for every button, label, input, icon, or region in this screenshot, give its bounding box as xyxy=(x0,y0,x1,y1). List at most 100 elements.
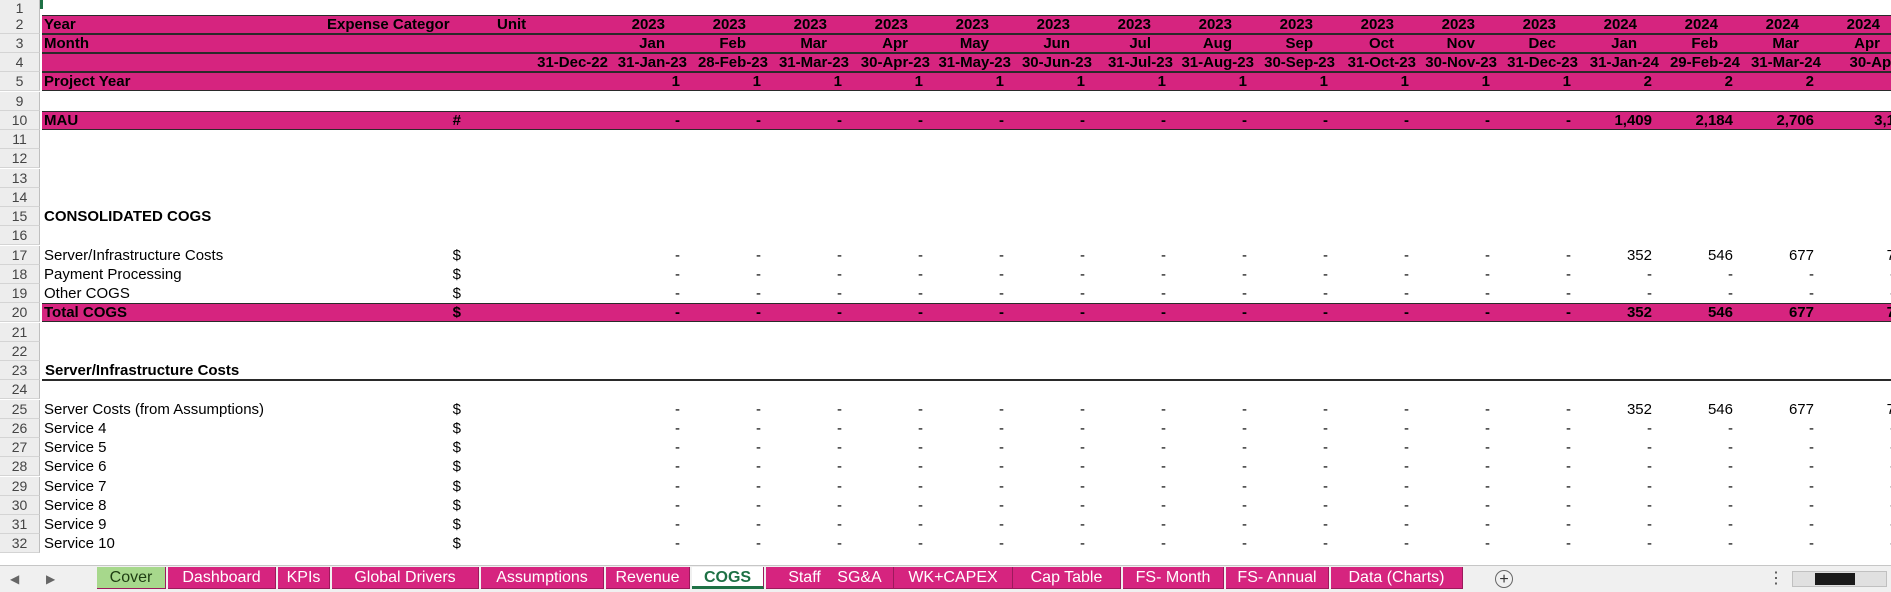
row-header[interactable]: 10 xyxy=(0,110,40,130)
scroll-tabs-left-icon[interactable]: ◀ xyxy=(10,566,19,592)
unit-cell[interactable]: $ xyxy=(341,496,461,515)
month-label[interactable]: Month xyxy=(44,34,89,53)
section-title[interactable]: Server/Infrastructure Costs xyxy=(45,361,239,380)
unit-cell[interactable]: $ xyxy=(341,303,461,322)
row-header[interactable]: 15 xyxy=(0,207,40,227)
project-year-label[interactable]: Project Year xyxy=(44,72,130,91)
sheet-tab-sg-a[interactable]: SG&A xyxy=(826,567,894,589)
row-header[interactable]: 26 xyxy=(0,418,40,438)
value-cell[interactable]: - xyxy=(1775,265,1891,284)
value-cell[interactable]: - xyxy=(1775,515,1891,534)
line-item-label[interactable]: Payment Processing xyxy=(44,265,182,284)
date-cell[interactable]: 30-Apr- xyxy=(1782,53,1891,72)
sheet-tab-global-drivers[interactable]: Global Drivers xyxy=(332,567,479,589)
value-cell[interactable]: - xyxy=(1775,419,1891,438)
unit-cell[interactable]: # xyxy=(341,111,461,130)
expense-category-header[interactable]: Expense Categor xyxy=(327,15,450,34)
row-header[interactable]: 12 xyxy=(0,149,40,169)
sheet-tab-data-charts-[interactable]: Data (Charts) xyxy=(1331,567,1463,589)
row-header[interactable]: 9 xyxy=(0,91,40,111)
line-item-label[interactable]: Service 4 xyxy=(44,419,107,438)
row-header[interactable]: 2 xyxy=(0,14,40,34)
row-header[interactable]: 28 xyxy=(0,457,40,477)
total-cogs-label[interactable]: Total COGS xyxy=(44,303,127,322)
row-header[interactable]: 25 xyxy=(0,399,40,419)
row-header[interactable]: 30 xyxy=(0,495,40,515)
sheet-tab-dashboard[interactable]: Dashboard xyxy=(168,567,276,589)
consolidated-title-row: 15 CONSOLIDATED COGS xyxy=(0,207,1891,227)
sheet-tab-fs-annual[interactable]: FS- Annual xyxy=(1226,567,1329,589)
row-header[interactable]: 4 xyxy=(0,53,40,73)
value-cell[interactable]: - xyxy=(1775,496,1891,515)
row-header[interactable]: 20 xyxy=(0,303,40,323)
line-item-label[interactable]: Service 6 xyxy=(44,457,107,476)
unit-cell[interactable]: $ xyxy=(341,284,461,303)
line-item-label[interactable]: Service 5 xyxy=(44,438,107,457)
row-header[interactable]: 13 xyxy=(0,168,40,188)
month-cell[interactable]: Apr xyxy=(1760,34,1880,53)
mau-label[interactable]: MAU xyxy=(44,111,78,130)
value-cell[interactable]: - xyxy=(1775,438,1891,457)
value-cell[interactable]: - xyxy=(1775,477,1891,496)
more-options-icon[interactable]: ⋮ xyxy=(1768,566,1784,592)
sheet-tab-cover[interactable]: Cover xyxy=(97,567,166,589)
row-header[interactable]: 5 xyxy=(0,72,40,92)
row-header[interactable]: 23 xyxy=(0,361,40,381)
unit-cell[interactable]: $ xyxy=(341,457,461,476)
value-cell[interactable]: - xyxy=(1775,284,1891,303)
row-header[interactable]: 19 xyxy=(0,284,40,304)
line-item-label[interactable]: Service 9 xyxy=(44,515,107,534)
value-cell[interactable]: 7 xyxy=(1775,303,1891,322)
sheet-tab-cap-table[interactable]: Cap Table xyxy=(1013,567,1121,589)
sheet-tab-wk-capex[interactable]: WK+CAPEX xyxy=(894,567,1013,589)
line-item-label[interactable]: Service 8 xyxy=(44,496,107,515)
line-item-label[interactable]: Other COGS xyxy=(44,284,130,303)
row-header[interactable]: 17 xyxy=(0,245,40,265)
sheet-tab-assumptions[interactable]: Assumptions xyxy=(481,567,604,589)
unit-cell[interactable]: $ xyxy=(341,419,461,438)
horizontal-scrollbar[interactable] xyxy=(1792,571,1887,587)
line-item-label[interactable]: Service 7 xyxy=(44,477,107,496)
row-header[interactable]: 14 xyxy=(0,187,40,207)
spreadsheet-grid[interactable]: 1 2 Year Expense Categor Unit 2023 2023 2023 202… xyxy=(0,0,1891,565)
line-item-label[interactable]: Service 10 xyxy=(44,534,115,553)
row-header[interactable]: 22 xyxy=(0,341,40,361)
year-label[interactable]: Year xyxy=(44,15,76,34)
unit-cell[interactable]: $ xyxy=(341,438,461,457)
value-cell[interactable]: - xyxy=(1775,457,1891,476)
value-cell[interactable]: 7 xyxy=(1775,400,1891,419)
row-header[interactable]: 21 xyxy=(0,322,40,342)
row-header[interactable]: 18 xyxy=(0,264,40,284)
unit-cell[interactable]: $ xyxy=(341,515,461,534)
row-header[interactable]: 16 xyxy=(0,226,40,246)
year-cell[interactable]: 2024 xyxy=(1760,15,1880,34)
row-header[interactable]: 27 xyxy=(0,438,40,458)
unit-cell[interactable]: $ xyxy=(341,246,461,265)
scrollbar-thumb[interactable] xyxy=(1815,573,1855,585)
row-header[interactable]: 29 xyxy=(0,476,40,496)
sheet-tab-revenue[interactable]: Revenue xyxy=(606,567,690,589)
value-cell[interactable]: - xyxy=(1775,534,1891,553)
line-item-label[interactable]: Server Costs (from Assumptions) xyxy=(44,400,264,419)
sheet-tab-cogs[interactable]: COGS xyxy=(692,567,764,589)
line-item-label[interactable]: Server/Infrastructure Costs xyxy=(44,246,223,265)
server-line-row: 29Service 7$---------------- xyxy=(0,476,1891,496)
sheet-tab-kpis[interactable]: KPIs xyxy=(278,567,330,589)
add-sheet-icon[interactable]: + xyxy=(1495,570,1513,588)
row-header[interactable]: 11 xyxy=(0,130,40,150)
unit-cell[interactable]: $ xyxy=(341,477,461,496)
row-header[interactable]: 3 xyxy=(0,33,40,53)
value-cell[interactable]: 7 xyxy=(1775,246,1891,265)
row-header[interactable]: 32 xyxy=(0,534,40,554)
row-header[interactable]: 24 xyxy=(0,380,40,400)
row-header[interactable]: 31 xyxy=(0,515,40,535)
unit-cell[interactable]: $ xyxy=(341,265,461,284)
sheet-tab-fs-month[interactable]: FS- Month xyxy=(1123,567,1224,589)
section-title[interactable]: CONSOLIDATED COGS xyxy=(44,207,211,226)
value-cell[interactable]: 2 xyxy=(1694,72,1814,91)
unit-cell[interactable]: $ xyxy=(341,400,461,419)
scroll-tabs-right-icon[interactable]: ▶ xyxy=(46,566,55,592)
unit-cell[interactable]: $ xyxy=(341,534,461,553)
value-cell[interactable]: 3,1 xyxy=(1775,111,1891,130)
unit-header[interactable]: Unit xyxy=(497,15,526,34)
